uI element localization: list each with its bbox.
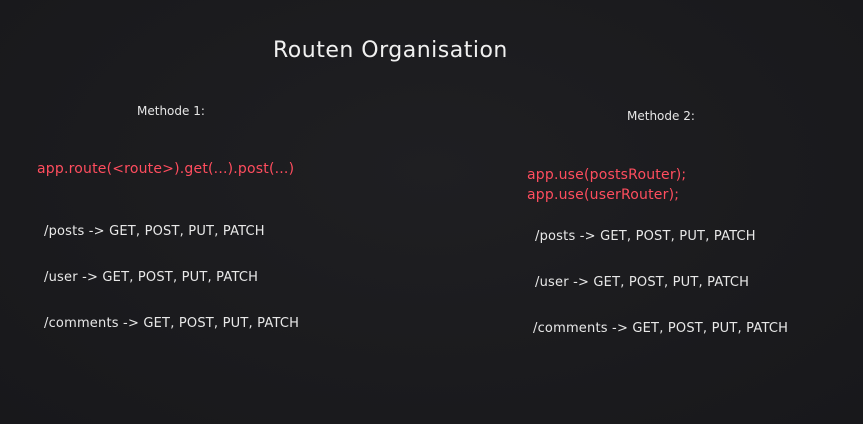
method-2-route-user: /user -> GET, POST, PUT, PATCH [535,275,750,290]
method-2-code-user-router: app.use(userRouter); [527,187,680,203]
method-2-code-posts-router: app.use(postsRouter); [527,167,687,183]
method-1-heading: Methode 1: [137,104,205,118]
method-1-route-comments: /comments -> GET, POST, PUT, PATCH [44,316,300,331]
method-1-route-user: /user -> GET, POST, PUT, PATCH [44,270,259,285]
method-2-route-comments: /comments -> GET, POST, PUT, PATCH [533,321,789,336]
diagram-title: Routen Organisation [273,38,508,63]
method-2-heading: Methode 2: [627,109,695,123]
method-1-code: app.route(<route>).get(...).post(...) [37,161,295,177]
method-2-route-posts: /posts -> GET, POST, PUT, PATCH [535,229,756,244]
whiteboard-canvas: Routen Organisation Methode 1: app.route… [0,0,863,424]
method-1-route-posts: /posts -> GET, POST, PUT, PATCH [44,224,265,239]
